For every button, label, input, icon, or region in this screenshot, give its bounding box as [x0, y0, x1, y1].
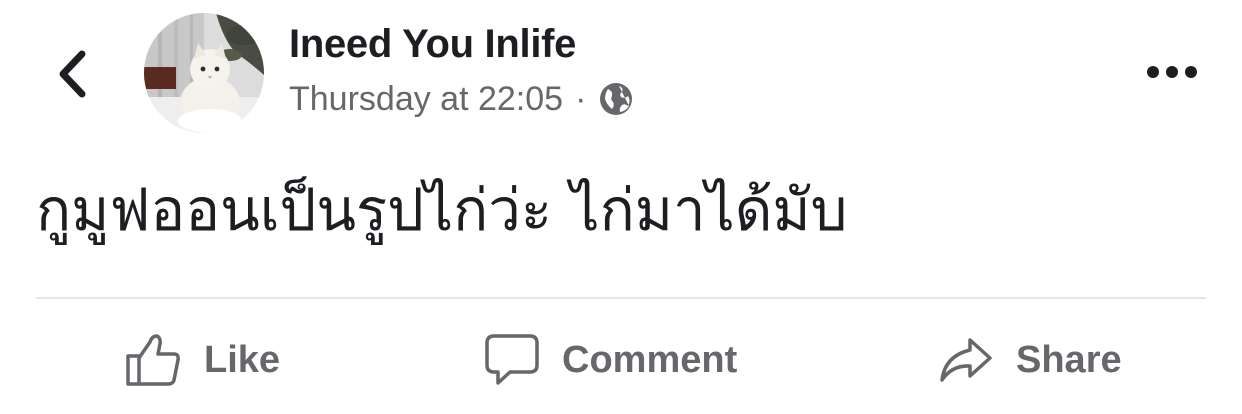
- post-timestamp[interactable]: Thursday at 22:05: [289, 80, 563, 119]
- share-label: Share: [1016, 338, 1122, 381]
- thumbs-up-icon: [126, 334, 180, 386]
- share-button[interactable]: Share: [938, 322, 1122, 398]
- share-arrow-icon: [940, 338, 992, 382]
- more-options-button[interactable]: [1140, 52, 1204, 92]
- author-name[interactable]: Ineed You Inlife: [289, 22, 576, 67]
- globe-icon[interactable]: [598, 81, 634, 117]
- back-button[interactable]: [44, 44, 100, 104]
- like-button[interactable]: Like: [124, 322, 280, 398]
- post-meta: Thursday at 22:05 ·: [289, 77, 634, 121]
- divider: [36, 297, 1206, 299]
- more-dots-icon: [1147, 66, 1197, 78]
- comment-button[interactable]: Comment: [484, 322, 737, 398]
- meta-separator: ·: [575, 79, 587, 118]
- post-text: กูมูฟออนเป็นรูปไก่ว่ะ ไก่มาได้มับ: [36, 176, 848, 244]
- chevron-left-icon: [59, 50, 86, 98]
- avatar[interactable]: [144, 13, 264, 133]
- comment-label: Comment: [562, 338, 738, 381]
- cat-photo: [144, 13, 264, 133]
- speech-bubble-icon: [485, 334, 539, 385]
- like-label: Like: [204, 338, 281, 381]
